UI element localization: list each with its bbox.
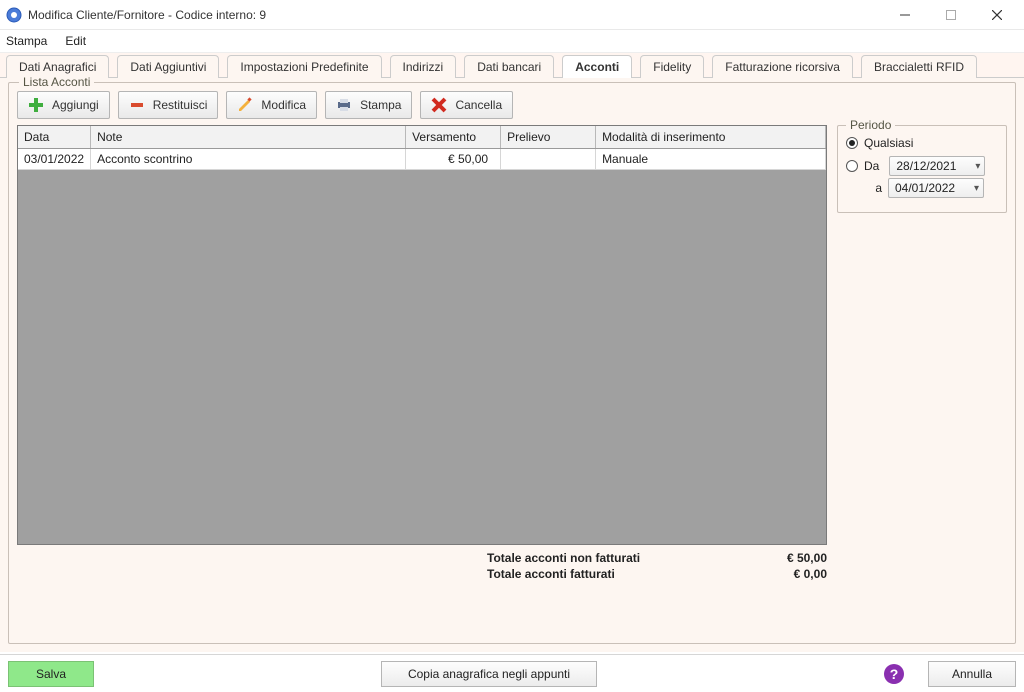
add-icon bbox=[28, 97, 44, 113]
maximize-button[interactable] bbox=[928, 0, 974, 29]
delete-button-label: Cancella bbox=[455, 98, 502, 112]
print-button-label: Stampa bbox=[360, 98, 401, 112]
return-button[interactable]: Restituisci bbox=[118, 91, 219, 119]
tab-content: Lista Acconti Aggiungi Restituisci Modif… bbox=[0, 78, 1024, 652]
tab-fidelity[interactable]: Fidelity bbox=[640, 55, 704, 78]
totals: Totale acconti non fatturati € 50,00 Tot… bbox=[17, 551, 827, 581]
right-column: Periodo Qualsiasi Da 28/12/2021 ▾ bbox=[837, 125, 1007, 581]
total-fatturati-row: Totale acconti fatturati € 0,00 bbox=[487, 567, 827, 581]
radio-da[interactable] bbox=[846, 160, 858, 172]
table-empty-area bbox=[18, 170, 826, 544]
add-button-label: Aggiungi bbox=[52, 98, 99, 112]
table-row[interactable]: 03/01/2022 Acconto scontrino € 50,00 Man… bbox=[18, 149, 826, 170]
col-note-header[interactable]: Note bbox=[91, 126, 406, 149]
total-non-fatturati-label: Totale acconti non fatturati bbox=[487, 551, 640, 565]
acconti-toolbar: Aggiungi Restituisci Modifica Stampa bbox=[17, 91, 1007, 119]
edit-button[interactable]: Modifica bbox=[226, 91, 317, 119]
date-from-field[interactable]: 28/12/2021 ▾ bbox=[889, 156, 985, 176]
total-non-fatturati-row: Totale acconti non fatturati € 50,00 bbox=[487, 551, 827, 565]
cell-versamento: € 50,00 bbox=[406, 149, 501, 170]
minimize-button[interactable] bbox=[882, 0, 928, 29]
col-modalita-header[interactable]: Modalità di inserimento bbox=[596, 126, 826, 149]
radio-da-row[interactable]: Da 28/12/2021 ▾ bbox=[846, 156, 998, 176]
menu-stampa[interactable]: Stampa bbox=[6, 34, 47, 48]
total-fatturati-label: Totale acconti fatturati bbox=[487, 567, 615, 581]
cancel-button[interactable]: Annulla bbox=[928, 661, 1016, 687]
col-versamento-header[interactable]: Versamento bbox=[406, 126, 501, 149]
left-column: Data Note Versamento Prelievo Modalità d… bbox=[17, 125, 827, 581]
print-button[interactable]: Stampa bbox=[325, 91, 412, 119]
radio-da-label: Da bbox=[864, 159, 879, 173]
cancel-button-label: Annulla bbox=[952, 667, 992, 681]
acconti-table-wrap: Data Note Versamento Prelievo Modalità d… bbox=[17, 125, 827, 545]
save-button[interactable]: Salva bbox=[8, 661, 94, 687]
add-button[interactable]: Aggiungi bbox=[17, 91, 110, 119]
tabstrip: Dati Anagrafici Dati Aggiuntivi Impostaz… bbox=[0, 52, 1024, 78]
footer-bar: Salva Copia anagrafica negli appunti ? A… bbox=[0, 654, 1024, 692]
help-button[interactable]: ? bbox=[884, 664, 904, 684]
return-button-label: Restituisci bbox=[153, 98, 208, 112]
printer-icon bbox=[336, 97, 352, 113]
date-from-value: 28/12/2021 bbox=[896, 159, 956, 173]
acconti-table: Data Note Versamento Prelievo Modalità d… bbox=[18, 126, 826, 170]
copy-anagrafica-label: Copia anagrafica negli appunti bbox=[408, 667, 570, 681]
app-icon bbox=[6, 7, 22, 23]
save-button-label: Salva bbox=[36, 667, 66, 681]
tab-acconti[interactable]: Acconti bbox=[562, 55, 632, 78]
main-row: Data Note Versamento Prelievo Modalità d… bbox=[17, 125, 1007, 581]
tab-impostazioni[interactable]: Impostazioni Predefinite bbox=[227, 55, 381, 78]
window-controls bbox=[882, 0, 1020, 29]
col-prelievo-header[interactable]: Prelievo bbox=[501, 126, 596, 149]
cell-versamento-value: € 50,00 bbox=[412, 152, 494, 166]
cell-data: 03/01/2022 bbox=[18, 149, 91, 170]
group-title: Lista Acconti bbox=[19, 75, 94, 89]
date-to-field[interactable]: 04/01/2022 ▾ bbox=[888, 178, 984, 198]
tab-braccialetti[interactable]: Braccialetti RFID bbox=[861, 55, 977, 78]
menu-edit[interactable]: Edit bbox=[65, 34, 86, 48]
total-non-fatturati-value: € 50,00 bbox=[787, 551, 827, 565]
date-to-label: a bbox=[864, 181, 882, 195]
copy-anagrafica-button[interactable]: Copia anagrafica negli appunti bbox=[381, 661, 597, 687]
periodo-title: Periodo bbox=[846, 118, 895, 132]
cell-note: Acconto scontrino bbox=[91, 149, 406, 170]
chevron-down-icon: ▾ bbox=[974, 183, 979, 194]
radio-qualsiasi[interactable] bbox=[846, 137, 858, 149]
radio-qualsiasi-label: Qualsiasi bbox=[864, 136, 913, 150]
table-header-row: Data Note Versamento Prelievo Modalità d… bbox=[18, 126, 826, 149]
periodo-group: Periodo Qualsiasi Da 28/12/2021 ▾ bbox=[837, 125, 1007, 213]
minus-icon bbox=[129, 97, 145, 113]
edit-button-label: Modifica bbox=[261, 98, 306, 112]
delete-button[interactable]: Cancella bbox=[420, 91, 513, 119]
tab-dati-bancari[interactable]: Dati bancari bbox=[464, 55, 554, 78]
cell-prelievo bbox=[501, 149, 596, 170]
close-button[interactable] bbox=[974, 0, 1020, 29]
question-icon: ? bbox=[890, 666, 899, 682]
tab-indirizzi[interactable]: Indirizzi bbox=[390, 55, 457, 78]
tab-fatturazione[interactable]: Fatturazione ricorsiva bbox=[712, 55, 853, 78]
menubar: Stampa Edit bbox=[0, 30, 1024, 52]
date-to-value: 04/01/2022 bbox=[895, 181, 955, 195]
chevron-down-icon: ▾ bbox=[975, 161, 980, 172]
lista-acconti-group: Lista Acconti Aggiungi Restituisci Modif… bbox=[8, 82, 1016, 644]
x-icon bbox=[431, 97, 447, 113]
window-titlebar: Modifica Cliente/Fornitore - Codice inte… bbox=[0, 0, 1024, 30]
window-title: Modifica Cliente/Fornitore - Codice inte… bbox=[28, 8, 266, 22]
col-data-header[interactable]: Data bbox=[18, 126, 91, 149]
total-fatturati-value: € 0,00 bbox=[794, 567, 827, 581]
radio-qualsiasi-row[interactable]: Qualsiasi bbox=[846, 136, 998, 150]
pencil-icon bbox=[237, 97, 253, 113]
cell-modalita: Manuale bbox=[596, 149, 826, 170]
date-to-row: a 04/01/2022 ▾ bbox=[864, 178, 998, 198]
tab-dati-aggiuntivi[interactable]: Dati Aggiuntivi bbox=[117, 55, 219, 78]
